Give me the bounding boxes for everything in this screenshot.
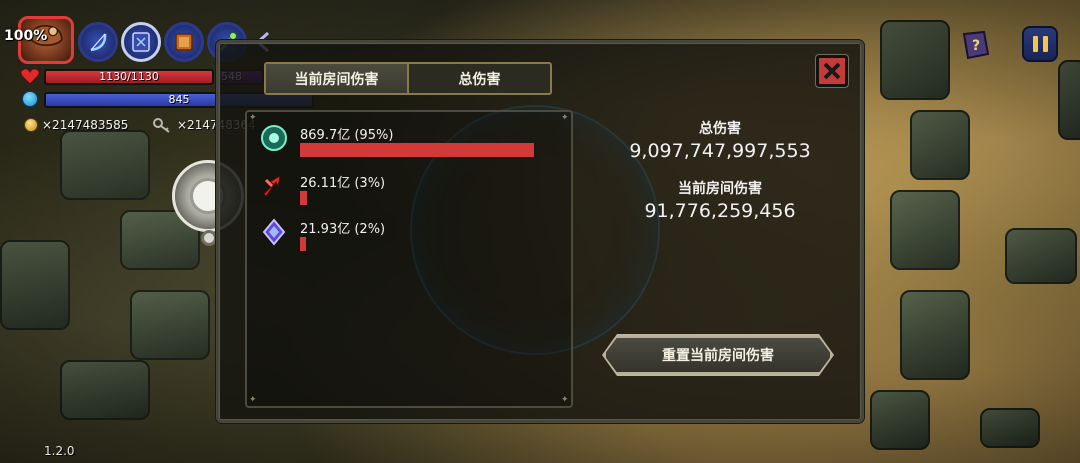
skill-slot-3[interactable] (164, 22, 204, 62)
close-button[interactable] (816, 55, 848, 87)
room-damage-block: 当前房间伤害 91,776,259,456 (600, 178, 840, 222)
total-damage-label: 总伤害 (699, 121, 741, 137)
damage-source-label: 26.11亿 (3%) (300, 176, 386, 191)
reset-room-damage-button[interactable]: 重置当前房间伤害 (604, 336, 832, 374)
room-damage-label: 当前房间伤害 (678, 181, 762, 197)
damage-source-row: 21.93亿 (2%) (258, 218, 568, 258)
joystick-handle (201, 230, 217, 246)
green-orb-icon (261, 125, 287, 151)
corner-ornament: ✦ (249, 113, 257, 123)
skill-slot-2[interactable] (121, 22, 161, 62)
gold-count: ×2147483585 (42, 118, 129, 132)
close-icon (823, 62, 841, 80)
health-bar: 1130/1130 (44, 69, 214, 85)
damage-share-bar (300, 191, 307, 205)
version-label: 1.2.0 (44, 444, 75, 458)
pause-button[interactable] (1022, 26, 1058, 62)
key-icon (153, 118, 170, 133)
spellbook-icon (132, 32, 150, 52)
health-percent: 100% (4, 28, 48, 44)
total-damage-value: 9,097,747,997,553 (629, 140, 811, 162)
svg-text:?: ? (972, 38, 980, 54)
bow-icon (90, 33, 107, 52)
damage-tabs: 当前房间伤害 总伤害 (264, 62, 552, 95)
damage-source-row: 869.7亿 (95%) (258, 124, 568, 164)
damage-source-label: 869.7亿 (95%) (300, 128, 394, 143)
tab-room-damage[interactable]: 当前房间伤害 (266, 64, 409, 93)
purple-crystal-icon (262, 218, 286, 246)
tome-icon (175, 33, 193, 51)
corner-ornament: ✦ (561, 113, 569, 123)
total-damage-block: 总伤害 9,097,747,997,553 (600, 118, 840, 162)
skill-slot-1[interactable] (78, 22, 118, 62)
heart-icon (20, 68, 40, 85)
room-damage-value: 91,776,259,456 (644, 200, 796, 222)
gold-coin-icon (24, 118, 38, 132)
pause-icon (1042, 36, 1048, 52)
help-book-icon[interactable]: ? (958, 30, 992, 60)
tab-total-damage[interactable]: 总伤害 (409, 64, 550, 93)
damage-source-label: 21.93亿 (2%) (300, 222, 386, 237)
pause-icon (1032, 36, 1038, 52)
mana-icon (22, 91, 38, 107)
corner-ornament: ✦ (249, 395, 257, 405)
damage-share-bar (300, 237, 306, 251)
corner-ornament: ✦ (561, 395, 569, 405)
damage-share-bar (300, 143, 534, 157)
damage-source-row: 26.11亿 (3%) (258, 172, 568, 212)
red-arrows-icon (263, 174, 281, 197)
